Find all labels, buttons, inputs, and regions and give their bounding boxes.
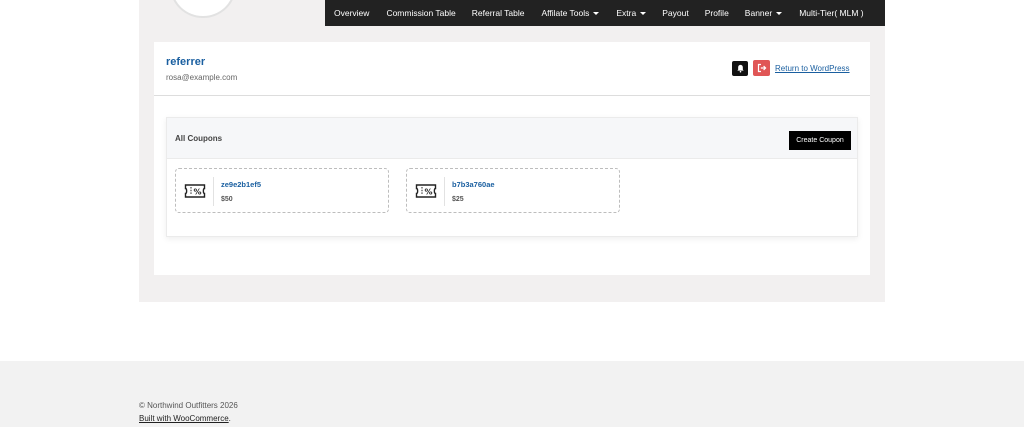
nav-item-affilate-tools[interactable]: Affilate Tools [542, 0, 600, 26]
logout-button[interactable] [753, 60, 770, 76]
coupon-code: b7b3a760ae [452, 180, 495, 189]
copyright-text: © Northwind Outfitters 2026 [139, 401, 238, 410]
nav-item-extra[interactable]: Extra [616, 0, 647, 26]
coupons-panel: All Coupons Create Coupon % ze9e2b1ef5 $… [166, 117, 858, 237]
return-to-wordpress-link[interactable]: Return to WordPress [775, 64, 850, 73]
site-footer: © Northwind Outfitters 2026 Built with W… [0, 361, 1024, 427]
coupon-code: ze9e2b1ef5 [221, 180, 262, 189]
nav-item-commission-table[interactable]: Commission Table [386, 0, 455, 26]
caret-down-icon [640, 11, 647, 15]
header-divider [154, 95, 870, 96]
notification-button[interactable] [732, 61, 748, 76]
svg-text:%: % [424, 187, 432, 196]
coupon-ticket-icon: % [415, 184, 437, 198]
logout-icon [757, 63, 766, 73]
nav-item-profile[interactable]: Profile [705, 0, 729, 26]
user-name: referrer [166, 56, 206, 68]
user-email: rosa@example.com [166, 73, 238, 82]
built-with-text: Built with WooCommerce. [139, 414, 231, 423]
create-coupon-button[interactable]: Create Coupon [789, 131, 851, 150]
nav-item-payout[interactable]: Payout [662, 0, 688, 26]
nav-item-banner[interactable]: Banner [745, 0, 783, 26]
bell-icon [736, 64, 744, 73]
coupon-card[interactable]: % ze9e2b1ef5 $50 [175, 168, 389, 213]
svg-text:%: % [193, 187, 201, 196]
coupon-card[interactable]: % b7b3a760ae $25 [406, 168, 620, 213]
nav-item-overview[interactable]: Overview [334, 0, 369, 26]
caret-down-icon [776, 11, 783, 15]
coupons-title: All Coupons [175, 134, 223, 143]
top-navigation: Overview Commission Table Referral Table… [325, 0, 885, 26]
coupons-header: All Coupons Create Coupon [167, 118, 857, 159]
coupon-ticket-icon: % [184, 184, 206, 198]
nav-item-referral-table[interactable]: Referral Table [472, 0, 525, 26]
coupon-amount: $25 [452, 196, 464, 203]
woocommerce-link[interactable]: Built with WooCommerce [139, 414, 229, 423]
coupon-amount: $50 [221, 196, 233, 203]
nav-item-multi-tier[interactable]: Multi-Tier( MLM ) [799, 0, 863, 26]
dashboard-card: referrer rosa@example.com Return to Word… [154, 42, 870, 275]
coupon-separator [213, 177, 214, 206]
coupon-separator [444, 177, 445, 206]
caret-down-icon [593, 11, 600, 15]
